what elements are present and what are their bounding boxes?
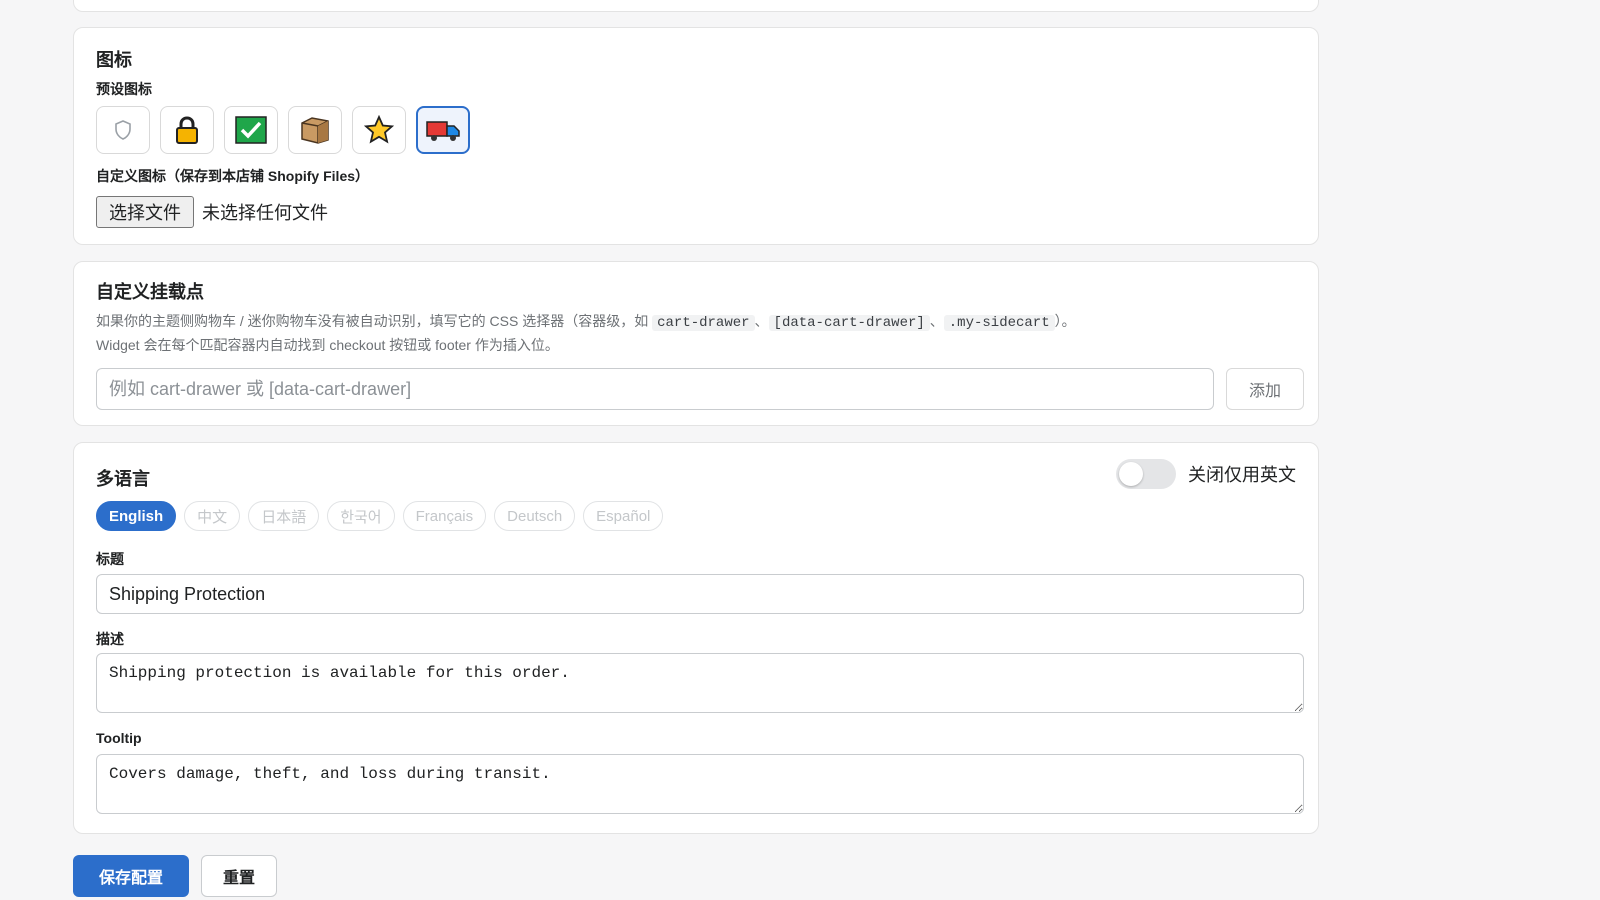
english-only-toggle[interactable]	[1116, 459, 1176, 489]
custom-icon-label: 自定义图标（保存到本店铺 Shopify Files）	[96, 168, 370, 184]
code-my-sidecart: .my-sidecart	[943, 315, 1055, 331]
language-tabs: English 中文 日本語 한국어 Français Deutsch Espa…	[96, 501, 664, 531]
icon-option-box[interactable]	[288, 106, 342, 154]
file-status-text: 未选择任何文件	[202, 203, 328, 223]
choose-file-button[interactable]: 选择文件	[96, 196, 194, 228]
tab-german[interactable]: Deutsch	[494, 501, 576, 531]
icons-card: 图标 预设图标 自定义图标（保存到本店铺 Shopify Files） 选择文件…	[73, 27, 1319, 245]
tab-french[interactable]: Français	[402, 501, 487, 531]
tab-english[interactable]: English	[96, 501, 177, 531]
star-icon	[364, 115, 394, 144]
mount-point-card: 自定义挂载点 如果你的主题侧购物车 / 迷你购物车没有被自动识别，填写它的 CS…	[73, 261, 1319, 426]
tab-spanish[interactable]: Español	[583, 501, 664, 531]
preset-icon-list	[96, 106, 470, 154]
add-selector-button[interactable]: 添加	[1226, 368, 1304, 410]
tab-korean[interactable]: 한국어	[327, 501, 395, 531]
mount-section-title: 自定义挂载点	[96, 282, 204, 302]
icon-option-star[interactable]	[352, 106, 406, 154]
title-input[interactable]	[96, 574, 1304, 614]
separator: 、	[929, 313, 944, 329]
reset-button[interactable]: 重置	[201, 855, 277, 897]
code-cart-drawer: cart-drawer	[652, 315, 755, 331]
english-only-toggle-label: 关闭仅用英文	[1188, 465, 1296, 485]
settings-page: 图标 预设图标 自定义图标（保存到本店铺 Shopify Files） 选择文件…	[0, 0, 1600, 900]
previous-card	[73, 0, 1319, 12]
separator: 、	[754, 313, 769, 329]
title-field-label: 标题	[96, 551, 124, 567]
english-only-toggle-group: 关闭仅用英文	[1116, 459, 1296, 489]
description-textarea[interactable]: Shipping protection is available for thi…	[96, 653, 1304, 713]
toggle-knob	[1119, 462, 1143, 486]
tab-chinese[interactable]: 中文	[184, 501, 241, 531]
mount-desc-prefix: 如果你的主题侧购物车 / 迷你购物车没有被自动识别，填写它的 CSS 选择器（容…	[96, 313, 649, 329]
tooltip-textarea[interactable]: Covers damage, theft, and loss during tr…	[96, 754, 1304, 814]
box-icon	[301, 117, 329, 144]
lang-section-title: 多语言	[96, 469, 150, 489]
shield-icon	[115, 120, 131, 140]
icons-section-title: 图标	[96, 50, 132, 70]
file-picker: 选择文件 未选择任何文件	[96, 196, 328, 228]
preset-icons-label: 预设图标	[96, 81, 152, 97]
icon-option-lock[interactable]	[160, 106, 214, 154]
mount-desc-line2: Widget 会在每个匹配容器内自动找到 checkout 按钮或 footer…	[96, 337, 559, 353]
checkmark-icon	[235, 116, 267, 144]
code-data-cart-drawer: [data-cart-drawer]	[768, 315, 930, 331]
tooltip-field-label: Tooltip	[96, 730, 142, 746]
description-field-label: 描述	[96, 631, 124, 647]
selector-input[interactable]	[96, 368, 1214, 410]
mount-desc-suffix: ）。	[1054, 313, 1076, 329]
icon-option-truck[interactable]	[416, 106, 470, 154]
tab-japanese[interactable]: 日本語	[248, 501, 320, 531]
mount-description: 如果你的主题侧购物车 / 迷你购物车没有被自动识别，填写它的 CSS 选择器（容…	[96, 310, 1296, 356]
icon-option-checkmark[interactable]	[224, 106, 278, 154]
multi-language-card: 多语言 关闭仅用英文 English 中文 日本語 한국어 Français D…	[73, 442, 1319, 834]
save-config-button[interactable]: 保存配置	[73, 855, 189, 897]
icon-option-shield[interactable]	[96, 106, 150, 154]
truck-icon	[426, 121, 460, 141]
lock-icon	[176, 116, 198, 144]
